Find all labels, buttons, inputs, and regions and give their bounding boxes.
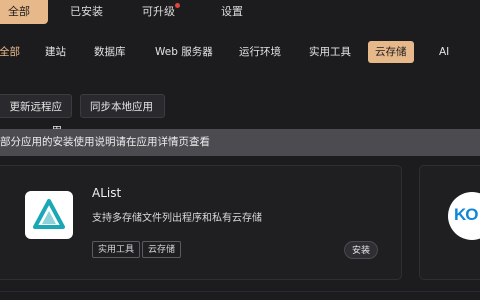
update-badge-dot	[175, 3, 180, 8]
app-name: AList	[92, 186, 122, 200]
tab-settings[interactable]: 设置	[221, 0, 243, 24]
category-runtime[interactable]: 运行环境	[239, 41, 281, 63]
notice-bar: 部分应用的安装使用说明请在应用详情页查看	[0, 129, 480, 156]
category-tools[interactable]: 实用工具	[309, 41, 351, 63]
category-web-server[interactable]: Web 服务器	[155, 41, 213, 63]
update-remote-apps-button[interactable]: 更新远程应用	[0, 94, 72, 137]
tab-installed[interactable]: 已安装	[70, 0, 103, 24]
notice-text: 部分应用的安装使用说明请在应用详情页查看	[0, 136, 210, 148]
category-ai[interactable]: AI	[439, 41, 449, 63]
alist-logo-icon	[25, 191, 73, 239]
category-all[interactable]: 全部	[0, 41, 20, 63]
tab-upgradable-label: 可升级	[142, 5, 175, 18]
divider	[0, 291, 480, 292]
tag-tools[interactable]: 实用工具	[92, 241, 141, 258]
category-website[interactable]: 建站	[45, 41, 66, 63]
app-description: 支持多存储文件列出程序和私有云存储	[92, 213, 262, 224]
app-card[interactable]: KO	[419, 165, 480, 280]
tab-upgradable[interactable]: 可升级	[142, 0, 180, 24]
sync-local-apps-button[interactable]: 同步本地应用	[80, 94, 165, 118]
app-card[interactable]: AList 支持多存储文件列出程序和私有云存储 实用工具 云存储 安装	[0, 165, 402, 280]
tab-all[interactable]: 全部	[0, 0, 48, 24]
category-database[interactable]: 数据库	[94, 41, 126, 63]
tag-cloud-storage[interactable]: 云存储	[142, 241, 182, 258]
category-cloud-storage[interactable]: 云存储	[368, 41, 414, 63]
koodo-logo-text: KO	[454, 205, 478, 224]
install-button[interactable]: 安装	[344, 241, 379, 259]
koodo-logo-icon: KO	[448, 192, 480, 240]
top-tabs: 全部 已安装 可升级 设置	[0, 0, 480, 26]
